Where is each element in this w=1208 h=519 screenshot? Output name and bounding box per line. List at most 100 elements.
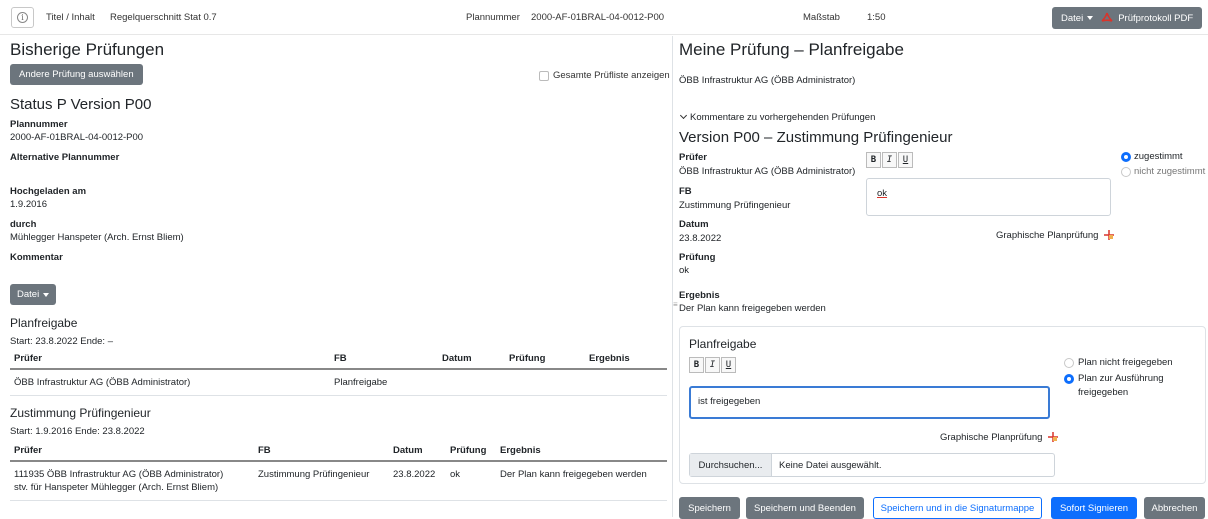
field-label: Hochgeladen am [10, 186, 87, 197]
cell-datum: 23.8.2022 [393, 469, 436, 480]
planfreigabe-start: Start: 23.8.2022 Ende: – [10, 336, 113, 347]
durchsuchen-button[interactable]: Durchsuchen... [690, 454, 772, 476]
sofort-signieren-button[interactable]: Sofort Signieren [1051, 497, 1137, 519]
datum-label: Datum [679, 219, 709, 230]
cell-pruefung: ok [450, 469, 461, 480]
planfreigabe-text: ist freigegeben [698, 396, 761, 407]
cell-pruefer: 111935 ÖBB Infrastruktur AG (ÖBB Adminis… [14, 469, 224, 480]
underline-button[interactable]: U [898, 152, 913, 168]
speichern-button[interactable]: Speichern [679, 497, 740, 519]
speichern-beenden-button[interactable]: Speichern und Beenden [746, 497, 864, 519]
planfreigabe-editor[interactable]: ist freigegeben [689, 386, 1050, 419]
org-text: ÖBB Infrastruktur AG (ÖBB Administrator) [679, 75, 856, 86]
toolbar-button-group: Datei Prüfprotokoll PDF [1052, 7, 1202, 29]
bold-button[interactable]: B [866, 152, 881, 168]
graphische-planpruefung-link[interactable]: Graphische Planprüfung [940, 432, 1059, 443]
table-row-rule [10, 395, 667, 396]
ergebnis-label: Ergebnis [679, 290, 720, 301]
bold-button[interactable]: B [689, 357, 704, 373]
pruefer-value: ÖBB Infrastruktur AG (ÖBB Administrator) [679, 166, 856, 177]
titel-label: Titel / Inhalt [46, 12, 95, 23]
field-value: 1.9.2016 [10, 199, 47, 210]
pdf-icon [1101, 12, 1113, 22]
table-row-rule [10, 500, 667, 501]
gesamte-liste-checkbox[interactable] [539, 71, 549, 81]
plan-check-icon [1104, 230, 1115, 241]
ergebnis-value: Der Plan kann freigegeben werden [679, 303, 826, 314]
zustimmung-title: Zustimmung Prüfingenieur [10, 406, 151, 420]
cell-ergebnis: Der Plan kann freigegeben werden [500, 469, 647, 480]
column-header: Ergebnis [589, 353, 630, 364]
previous-reviews-panel: Bisherige Prüfungen Andere Prüfung auswä… [0, 36, 671, 517]
info-circle-icon: i [17, 12, 28, 23]
nicht-zugestimmt-label: nicht zugestimmt [1134, 166, 1206, 177]
titel-value: Regelquerschnitt Stat 0.7 [110, 12, 217, 23]
italic-button[interactable]: I [882, 152, 897, 168]
column-header: FB [334, 353, 347, 364]
field-label: Plannummer [10, 119, 68, 130]
abbrechen-button[interactable]: Abbrechen [1144, 497, 1205, 519]
pruefung-label: Prüfung [679, 252, 716, 263]
cell-pruefer: ÖBB Infrastruktur AG (ÖBB Administrator) [14, 377, 191, 388]
datei-dropdown-button[interactable]: Datei [1052, 13, 1094, 24]
comment-editor[interactable]: ok [866, 178, 1111, 216]
plan-freigegeben-label: freigegeben [1078, 387, 1129, 398]
plan-check-icon [1048, 432, 1059, 443]
file-status: Keine Datei ausgewählt. [779, 460, 882, 471]
column-divider[interactable] [672, 36, 673, 517]
radio-nicht-zugestimmt[interactable] [1121, 167, 1131, 177]
plan-nicht-freigegeben-label: Plan nicht freigegeben [1078, 357, 1173, 368]
radio-plan-zur-ausfuehrung[interactable] [1064, 374, 1074, 384]
fb-label: FB [679, 186, 692, 197]
field-label: Kommentar [10, 252, 63, 263]
cell-fb: Zustimmung Prüfingenieur [258, 469, 370, 480]
column-header: Prüfung [450, 445, 487, 456]
datei-button-left[interactable]: Datei [10, 284, 57, 305]
pruefung-value: ok [679, 265, 690, 276]
graphische-planpruefung-link[interactable]: Graphische Planprüfung [996, 230, 1115, 241]
pruefer-label: Prüfer [679, 152, 707, 163]
table-header-rule [10, 460, 667, 462]
radio-zugestimmt[interactable] [1121, 152, 1131, 162]
radio-plan-nicht-freigegeben[interactable] [1064, 358, 1074, 368]
field-label: durch [10, 219, 37, 230]
underline-button[interactable]: U [721, 357, 736, 373]
column-header: FB [258, 445, 271, 456]
top-bar: i Titel / Inhalt Regelquerschnitt Stat 0… [0, 0, 1208, 35]
fb-value: Zustimmung Prüfingenieur [679, 200, 791, 211]
column-header: Prüfung [509, 353, 546, 364]
column-header: Datum [442, 353, 472, 364]
planfreigabe-title: Planfreigabe [10, 316, 78, 330]
caret-down-icon [43, 292, 50, 297]
cell-pruefer-stv: stv. für Hanspeter Mühlegger (Arch. Erns… [14, 482, 219, 493]
comment-text: ok [877, 188, 888, 199]
my-review-title: Meine Prüfung – Planfreigabe [679, 40, 904, 59]
andere-pruefung-button[interactable]: Andere Prüfung auswählen [10, 64, 143, 85]
version-title: Version P00 – Zustimmung Prüfingenieur [679, 129, 953, 146]
italic-button[interactable]: I [705, 357, 720, 373]
chevron-down-icon [679, 111, 688, 120]
planfreigabe-card-title: Planfreigabe [689, 337, 757, 351]
caret-down-icon [1087, 15, 1094, 20]
info-button[interactable]: i [11, 7, 34, 28]
column-header: Ergebnis [500, 445, 541, 456]
planfreigabe-card: Planfreigabe B I U ist freigegeben Plan … [679, 326, 1206, 484]
pruefprotokoll-pdf-button[interactable]: Prüfprotokoll PDF [1118, 13, 1193, 24]
datum-value: 23.8.2022 [679, 233, 722, 244]
previous-reviews-title: Bisherige Prüfungen [10, 40, 165, 59]
kommentare-toggle[interactable]: Kommentare zu vorhergehenden Prüfungen [679, 111, 875, 123]
file-input[interactable]: Durchsuchen... Keine Datei ausgewählt. [689, 453, 1055, 477]
signaturmappe-button[interactable]: Speichern und in die Signaturmappe [873, 497, 1042, 519]
gesamte-liste-label: Gesamte Prüfliste anzeigen [553, 70, 670, 81]
table-header-rule [10, 368, 667, 370]
format-toolbar: B I U [866, 152, 913, 168]
resize-grip-icon[interactable]: ≡ [673, 300, 678, 309]
zugestimmt-label: zugestimmt [1134, 151, 1183, 162]
format-toolbar: B I U [689, 357, 736, 373]
cell-fb: Planfreigabe [334, 377, 388, 388]
field-value: 2000-AF-01BRAL-04-0012-P00 [10, 132, 144, 143]
field-value: Mühlegger Hanspeter (Arch. Ernst Bliem) [10, 232, 184, 243]
zustimmung-start: Start: 1.9.2016 Ende: 23.8.2022 [10, 426, 145, 437]
column-header: Prüfer [14, 353, 42, 364]
massstab-label: Maßstab [803, 12, 840, 23]
